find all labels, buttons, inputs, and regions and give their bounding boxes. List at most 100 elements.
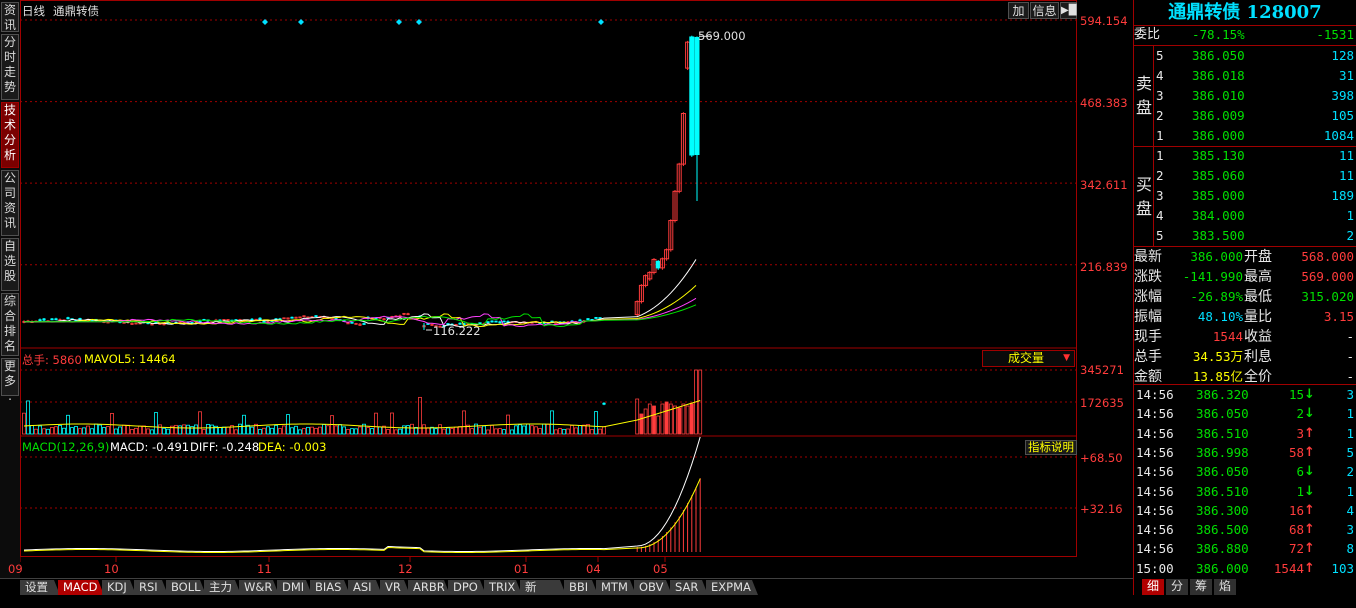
quote-tab-1[interactable]: 分 — [1166, 579, 1188, 595]
chart-border — [20, 0, 1077, 557]
volume-bar — [290, 427, 294, 435]
tick-price: 386.510 — [1196, 483, 1249, 499]
indicator-tab-8[interactable]: BIAS — [310, 580, 350, 595]
stat-row: 涨跌 -141.990 最高 569.000 — [1134, 267, 1356, 287]
ask-row[interactable]: 1 386.000 1084 — [1134, 126, 1356, 146]
volume-bar — [647, 403, 652, 435]
indicator-help-button[interactable]: 指标说明 — [1025, 440, 1077, 455]
left-tab-1[interactable]: 分时走势 — [1, 34, 19, 100]
indicator-selector-dropdown[interactable]: 成交量 ▼ — [982, 350, 1075, 367]
bid-volume: 1 — [1346, 208, 1354, 223]
volume-bar — [266, 426, 270, 435]
tick-row[interactable]: 14:56 386.050 6 ↓ 2 — [1134, 462, 1356, 481]
left-tab-0[interactable]: 资讯 — [1, 2, 19, 32]
indicator-tab-3[interactable]: RSI — [134, 580, 168, 595]
stat-label: 量比 — [1244, 309, 1272, 325]
quote-tab-0[interactable]: 细 — [1142, 579, 1164, 595]
tick-row[interactable]: 14:56 386.880 72 ↑ 8 — [1134, 539, 1356, 558]
indicator-tab-16[interactable]: MTM — [596, 580, 636, 595]
price-axis-label: 594.154 — [1080, 14, 1128, 28]
weibi-diff: -1531 — [1316, 27, 1354, 42]
tick-row[interactable]: 15:00 386.000 1544 ↑ 103 — [1134, 559, 1356, 578]
volume-bar — [366, 427, 370, 435]
ask-row[interactable]: 3 386.010 398 — [1134, 86, 1356, 106]
ask-row[interactable]: 5 386.050 128 — [1134, 46, 1356, 66]
tick-row[interactable]: 14:56 386.300 16 ↑ 4 — [1134, 501, 1356, 520]
tick-count: 103 — [1331, 560, 1354, 576]
candle-body — [42, 318, 46, 321]
volume-bar — [302, 427, 306, 435]
indicator-tab-17[interactable]: OBV — [634, 580, 672, 595]
indicator-tab-9[interactable]: ASI — [348, 580, 382, 595]
volume-bar — [166, 428, 170, 435]
tick-row[interactable]: 14:56 386.050 2 ↓ 1 — [1134, 404, 1356, 423]
volume-bar — [22, 412, 26, 435]
tick-row[interactable]: 14:56 386.510 1 ↓ 1 — [1134, 482, 1356, 501]
arrow-down-icon: ↓ — [1304, 387, 1315, 402]
indicator-tab-0[interactable]: 设置 — [20, 580, 60, 595]
volume-bar — [270, 427, 274, 435]
tick-volume: 16 — [1288, 502, 1304, 518]
stat-label: 最新 — [1134, 249, 1162, 265]
indicator-tab-4[interactable]: BOLL — [166, 580, 206, 595]
indicator-tab-13[interactable]: TRIX — [484, 580, 522, 595]
left-tab-2[interactable]: 技术分析 — [1, 102, 19, 168]
volume-bar — [90, 428, 94, 435]
info-button[interactable]: 信息 — [1030, 2, 1059, 19]
volume-bar — [206, 424, 210, 435]
tick-volume: 1 — [1296, 483, 1304, 499]
volume-bar — [342, 426, 346, 435]
left-tab-4[interactable]: 自选股 — [1, 238, 19, 291]
indicator-tab-5[interactable]: 主力 — [204, 580, 241, 595]
tick-row[interactable]: 14:56 386.320 15 ↓ 3 — [1134, 385, 1356, 404]
bid-row[interactable]: 5 383.500 2 — [1134, 226, 1356, 246]
indicator-tab-19[interactable]: EXPMA — [706, 580, 758, 595]
quote-tab-3[interactable]: 焰 — [1214, 579, 1236, 595]
indicator-tab-bar: 设置 MACD KDJ RSI BOLL 主力 W&R DMI BIAS ASI VR ARBR DPO… — [0, 578, 1133, 595]
volume-bar — [66, 414, 70, 435]
indicator-tab-15[interactable]: BBI — [564, 580, 598, 595]
indicator-tab-1[interactable]: MACD — [58, 580, 104, 595]
left-tab-5[interactable]: 综合排名 — [1, 293, 19, 356]
arrow-down-icon: ↓ — [1304, 464, 1315, 480]
volume-bar — [106, 426, 110, 435]
add-button[interactable]: 加 — [1008, 2, 1029, 19]
left-tab-3[interactable]: 公司资讯 — [1, 170, 19, 236]
tick-row[interactable]: 14:56 386.510 3 ↑ 1 — [1134, 424, 1356, 443]
stat-label: 开盘 — [1244, 249, 1272, 265]
mavol-label: MAVOL5: 14464 — [84, 352, 176, 366]
chart-area[interactable]: 日线 通鼎转债 加 信息 ▶█ 594.154 468.383 342.611 … — [8, 0, 1133, 578]
bid-row[interactable]: 1 385.130 11 — [1134, 146, 1356, 166]
ask-row[interactable]: 4 386.018 31 — [1134, 66, 1356, 86]
candle-body — [54, 318, 58, 321]
volume-bar — [178, 425, 182, 435]
bid-row[interactable]: 2 385.060 11 — [1134, 166, 1356, 186]
volume-bar — [54, 426, 58, 435]
indicator-tab-18[interactable]: SAR — [670, 580, 708, 595]
bid-row[interactable]: 3 385.000 189 — [1134, 186, 1356, 206]
indicator-tab-12[interactable]: DPO — [448, 580, 486, 595]
kline-chart-svg[interactable] — [20, 0, 1133, 578]
left-tab-6[interactable]: 更多. — [1, 358, 19, 403]
indicator-tab-10[interactable]: VR — [380, 580, 410, 595]
bid-row[interactable]: 4 384.000 1 — [1134, 206, 1356, 226]
tick-row[interactable]: 14:56 386.500 68 ↑ 3 — [1134, 520, 1356, 539]
indicator-tab-2[interactable]: KDJ — [102, 580, 136, 595]
indicator-tab-6[interactable]: W&R — [239, 580, 279, 595]
x-axis-label: 10 — [104, 562, 119, 576]
ask-volume: 1084 — [1323, 128, 1354, 143]
volume-bar — [94, 423, 98, 435]
ask-row[interactable]: 2 386.009 105 — [1134, 106, 1356, 126]
collapse-right-icon[interactable]: ▶█ — [1060, 2, 1077, 19]
indicator-tab-11[interactable]: ARBR — [408, 580, 450, 595]
quote-tab-2[interactable]: 筹 — [1190, 579, 1212, 595]
indicator-tab-7[interactable]: DMI — [277, 580, 312, 595]
volume-bar — [374, 412, 378, 435]
candle-body — [350, 321, 354, 324]
volume-bar — [282, 425, 286, 435]
volume-bar — [378, 426, 382, 435]
volume-bar — [358, 426, 362, 435]
macd-value: MACD: -0.491 — [110, 440, 190, 454]
tick-row[interactable]: 14:56 386.998 58 ↑ 5 — [1134, 443, 1356, 462]
indicator-tab-14[interactable]: 新DMA — [520, 580, 566, 595]
